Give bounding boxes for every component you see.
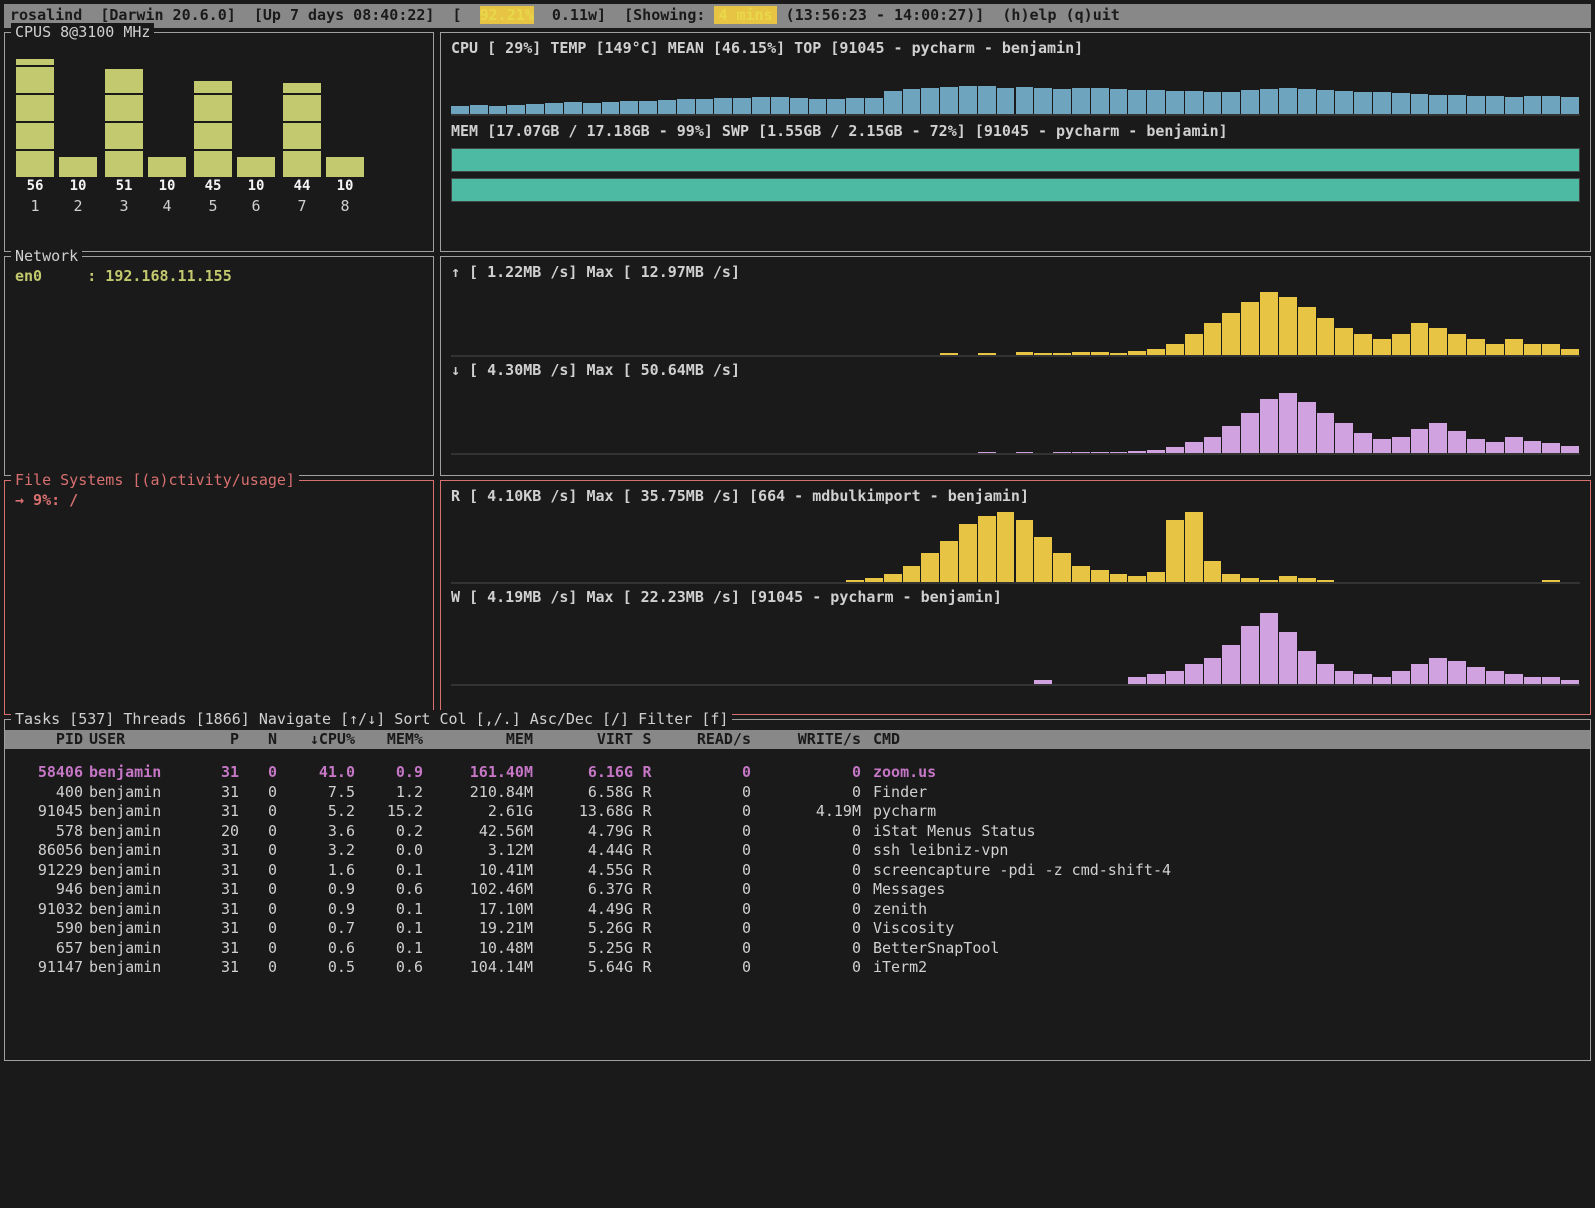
col-n[interactable]: N	[239, 730, 277, 750]
status-bar: rosalind [Darwin 20.6.0] [Up 7 days 08:4…	[4, 4, 1591, 28]
col-read[interactable]: READ/s	[661, 730, 751, 750]
disk-read-line: R [ 4.10KB /s] Max [ 35.75MB /s] [664 - …	[451, 487, 1580, 507]
network-title: Network	[11, 247, 82, 267]
cpu-core-bar: 108	[325, 157, 365, 217]
table-row[interactable]: 578benjamin2003.60.242.56M4.79GR00iStat …	[5, 822, 1590, 842]
tasks-header[interactable]: PID USER P N ↓CPU% MEM% MEM VIRT S READ/…	[5, 730, 1590, 750]
col-p[interactable]: P	[193, 730, 239, 750]
table-row[interactable]: 91032benjamin3100.90.117.10M4.49GR00zeni…	[5, 900, 1590, 920]
os-version: [Darwin 20.6.0]	[100, 6, 235, 24]
table-row[interactable]: 590benjamin3100.70.119.21M5.26GR00Viscos…	[5, 919, 1590, 939]
battery-pct: 92.21%	[480, 6, 534, 24]
table-row[interactable]: 91147benjamin3100.50.6104.14M5.64GR00iTe…	[5, 958, 1590, 978]
mem-info-line: MEM [17.07GB / 17.18GB - 99%] SWP [1.55G…	[451, 122, 1580, 142]
cpu-core-bar: 104	[147, 157, 187, 217]
table-row[interactable]: 657benjamin3100.60.110.48M5.25GR00Better…	[5, 939, 1590, 959]
network-down-line: ↓ [ 4.30MB /s] Max [ 50.64MB /s]	[451, 361, 1580, 383]
showing-range: (13:56:23 - 14:00:27)]	[786, 6, 985, 24]
table-row[interactable]: 86056benjamin3103.20.03.12M4.44GR00ssh l…	[5, 841, 1590, 861]
fs-root-usage: → 9%: /	[15, 491, 78, 509]
tasks-title: Tasks [537] Threads [1866] Navigate [↑/↓…	[11, 710, 732, 730]
filesystems-panel[interactable]: File Systems [(a)ctivity/usage] → 9%: /	[4, 480, 434, 715]
network-up-line: ↑ [ 1.22MB /s] Max [ 12.97MB /s]	[451, 263, 1580, 285]
showing-label: [Showing:	[624, 6, 705, 24]
power-watt: 0.11w	[552, 6, 597, 24]
cpu-history-panel[interactable]: CPU [ 29%] TEMP [149°C] MEAN [46.15%] TO…	[440, 32, 1591, 252]
col-cmd[interactable]: CMD	[861, 730, 900, 750]
uptime: [Up 7 days 08:40:22]	[254, 6, 435, 24]
table-row[interactable]: 946benjamin3100.90.6102.46M6.37GR00Messa…	[5, 880, 1590, 900]
cpu-sparkline	[451, 60, 1580, 116]
col-memp[interactable]: MEM%	[355, 730, 423, 750]
swap-bar	[451, 178, 1580, 202]
cpu-core-bar: 447	[282, 83, 322, 217]
showing-duration: 4 mins	[714, 6, 776, 24]
cpu-cores-title: CPUS 8@3100 MHz	[11, 23, 154, 43]
table-row[interactable]: 91045benjamin3105.215.22.61G13.68GR04.19…	[5, 802, 1590, 822]
col-virt[interactable]: VIRT	[533, 730, 633, 750]
table-row[interactable]: 400benjamin3107.51.2210.84M6.58GR00Finde…	[5, 783, 1590, 803]
cpu-core-bar: 455	[193, 81, 233, 217]
cpu-cores-panel[interactable]: CPUS 8@3100 MHz 561102513104455106447108	[4, 32, 434, 252]
cpu-core-bar: 561	[15, 59, 55, 217]
cpu-core-bar: 106	[236, 157, 276, 217]
col-pid[interactable]: PID	[11, 730, 83, 750]
col-mem[interactable]: MEM	[423, 730, 533, 750]
cpu-core-bar: 513	[104, 69, 144, 217]
col-s[interactable]: S	[633, 730, 661, 750]
network-iface-panel[interactable]: Network en0 : 192.168.11.155	[4, 256, 434, 476]
disk-write-sparkline	[451, 610, 1580, 686]
network-interface: en0	[15, 267, 42, 285]
upload-sparkline	[451, 287, 1580, 357]
help-hint[interactable]: (h)elp (q)uit	[1002, 6, 1119, 24]
tasks-panel[interactable]: Tasks [537] Threads [1866] Navigate [↑/↓…	[4, 719, 1591, 1061]
cpu-core-bar: 102	[58, 157, 98, 217]
col-write[interactable]: WRITE/s	[751, 730, 861, 750]
network-traffic-panel[interactable]: ↑ [ 1.22MB /s] Max [ 12.97MB /s] ↓ [ 4.3…	[440, 256, 1591, 476]
col-user[interactable]: USER	[83, 730, 193, 750]
disk-read-sparkline	[451, 508, 1580, 584]
mem-bar	[451, 148, 1580, 172]
disk-write-line: W [ 4.19MB /s] Max [ 22.23MB /s] [91045 …	[451, 588, 1580, 608]
table-row[interactable]: 58406benjamin31041.00.9161.40M6.16GR00zo…	[5, 763, 1590, 783]
filesystems-title: File Systems [(a)ctivity/usage]	[11, 471, 299, 491]
disk-io-panel[interactable]: R [ 4.10KB /s] Max [ 35.75MB /s] [664 - …	[440, 480, 1591, 715]
col-cpu[interactable]: ↓CPU%	[277, 730, 355, 750]
download-sparkline	[451, 385, 1580, 455]
table-row[interactable]: 91229benjamin3101.60.110.41M4.55GR00scre…	[5, 861, 1590, 881]
network-ip: : 192.168.11.155	[87, 267, 232, 285]
hostname: rosalind	[10, 6, 82, 24]
cpu-info-line: CPU [ 29%] TEMP [149°C] MEAN [46.15%] TO…	[451, 39, 1580, 59]
